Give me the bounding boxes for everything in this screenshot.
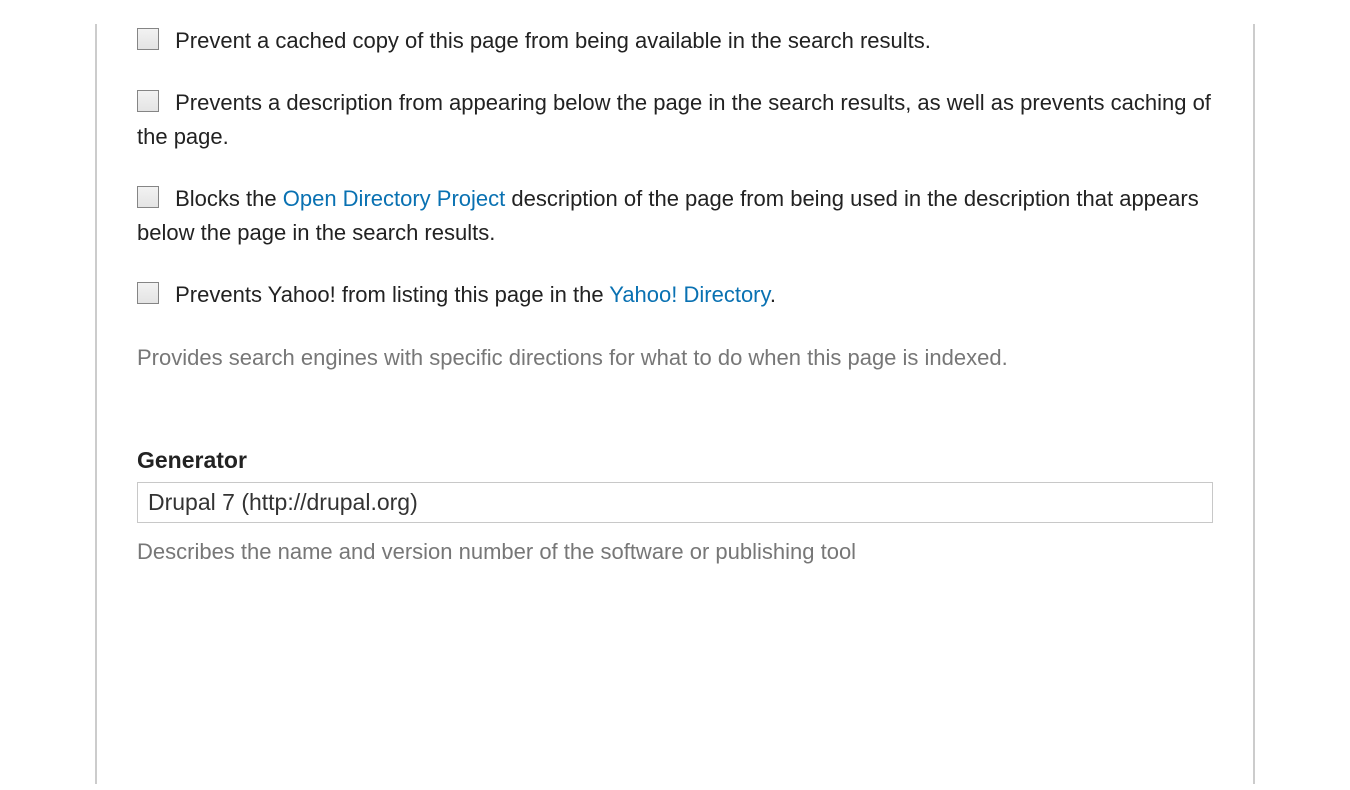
robots-help-text: Provides search engines with specific di… <box>137 341 1213 375</box>
option-label: Prevents Yahoo! from listing this page i… <box>175 282 776 307</box>
open-directory-project-link[interactable]: Open Directory Project <box>283 186 506 211</box>
option-no-ydir: Prevents Yahoo! from listing this page i… <box>137 278 1213 312</box>
option-label: Prevents a description from appearing be… <box>137 90 1211 149</box>
checkbox-no-odp[interactable] <box>137 186 159 208</box>
generator-label: Generator <box>137 447 1213 474</box>
option-no-odp: Blocks the Open Directory Project descri… <box>137 182 1213 250</box>
option-label: Blocks the Open Directory Project descri… <box>137 186 1199 245</box>
yahoo-directory-link[interactable]: Yahoo! Directory <box>609 282 770 307</box>
option-no-cache: Prevent a cached copy of this page from … <box>137 24 1213 58</box>
generator-help-text: Describes the name and version number of… <box>137 535 1213 569</box>
option-no-snippet: Prevents a description from appearing be… <box>137 86 1213 154</box>
generator-input[interactable] <box>137 482 1213 523</box>
generator-field-group: Generator Describes the name and version… <box>137 447 1213 569</box>
checkbox-no-snippet[interactable] <box>137 90 159 112</box>
checkbox-no-ydir[interactable] <box>137 282 159 304</box>
checkbox-no-cache[interactable] <box>137 28 159 50</box>
settings-panel: Prevent a cached copy of this page from … <box>95 24 1255 784</box>
option-label: Prevent a cached copy of this page from … <box>175 28 931 53</box>
